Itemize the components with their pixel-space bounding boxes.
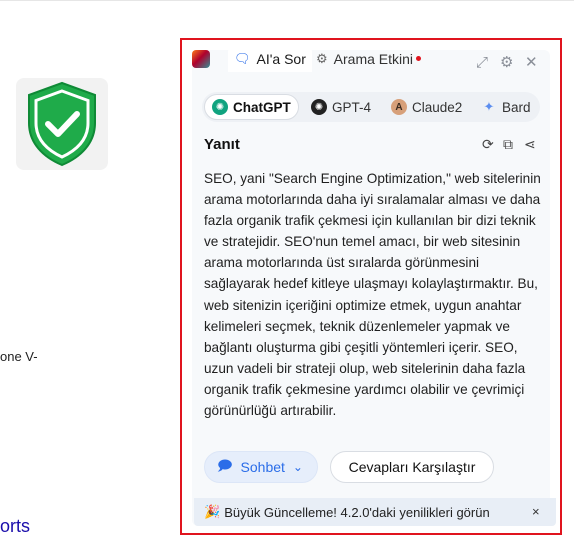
update-banner[interactable]: 🎉 Büyük Güncelleme! 4.2.0'daki yenilikle…	[194, 498, 556, 526]
model-label: GPT-4	[332, 99, 372, 115]
model-chip-bard[interactable]: ✦ Bard	[474, 94, 538, 120]
answer-header: Yanıt ⟳ ⧉ ⋖	[202, 134, 540, 158]
model-chip-gpt4[interactable]: ✺ GPT-4	[304, 94, 378, 120]
shield-tile	[16, 78, 108, 170]
compare-answers-button[interactable]: Cevapları Karşılaştır	[330, 451, 494, 483]
settings-icon[interactable]: ⚙	[500, 55, 513, 71]
chatgpt-icon: ✺	[212, 99, 228, 115]
close-icon[interactable]: ✕	[525, 55, 538, 71]
shield-check-icon	[28, 81, 96, 167]
page: one V- orts 🗨 AI'a Sor ⚙ Arama Etkini ⤢ …	[0, 0, 574, 540]
copy-icon[interactable]: ⧉	[503, 136, 513, 153]
answer-text: SEO, yani "Search Engine Optimization," …	[204, 171, 541, 419]
model-label: Claude2	[412, 99, 463, 115]
model-label: Bard	[502, 99, 531, 115]
chat-button-label: Sohbet	[240, 459, 285, 475]
app-logo-icon	[192, 50, 210, 68]
answer-title: Yanıt	[204, 136, 240, 153]
model-label: ChatGPT	[233, 99, 291, 115]
share-icon[interactable]: ⋖	[524, 136, 536, 153]
banner-close-icon[interactable]: ×	[532, 504, 540, 519]
gear-icon: ⚙	[316, 51, 328, 66]
chat-bubble-icon: 🗩	[217, 457, 233, 473]
tab-arama-etkini[interactable]: ⚙ Arama Etkini	[310, 46, 419, 72]
chevron-down-icon: ⌄	[292, 460, 303, 474]
model-selector: ✺ ChatGPT ✺ GPT-4 A Claude2 ✦ Bard	[202, 92, 540, 122]
expand-icon[interactable]: ⤢	[476, 55, 488, 71]
tab-label: Arama Etkini	[333, 51, 414, 67]
party-icon: 🎉	[204, 504, 221, 519]
model-chip-chatgpt[interactable]: ✺ ChatGPT	[204, 94, 299, 120]
claude-icon: A	[391, 99, 407, 115]
background-text-fragment: one V-	[0, 349, 38, 364]
refresh-icon[interactable]: ⟳	[482, 136, 494, 153]
background-link-fragment[interactable]: orts	[0, 516, 30, 537]
update-banner-text: Büyük Güncelleme! 4.2.0'daki yenilikleri…	[224, 504, 490, 520]
model-chip-claude2[interactable]: A Claude2	[384, 94, 469, 120]
tab-ai-sor[interactable]: 🗨 AI'a Sor	[228, 46, 312, 72]
top-divider	[0, 0, 574, 1]
chat-button[interactable]: 🗩 Sohbet ⌄	[204, 451, 318, 483]
chat-icon: 🗨	[234, 51, 251, 66]
bard-sparkle-icon: ✦	[483, 99, 495, 114]
ai-assistant-panel: 🗨 AI'a Sor ⚙ Arama Etkini ⤢ ⚙ ✕ ✺ ChatGP…	[180, 38, 562, 535]
gpt4-icon: ✺	[311, 99, 327, 115]
notification-dot	[416, 56, 421, 61]
tab-label: AI'a Sor	[256, 51, 306, 67]
